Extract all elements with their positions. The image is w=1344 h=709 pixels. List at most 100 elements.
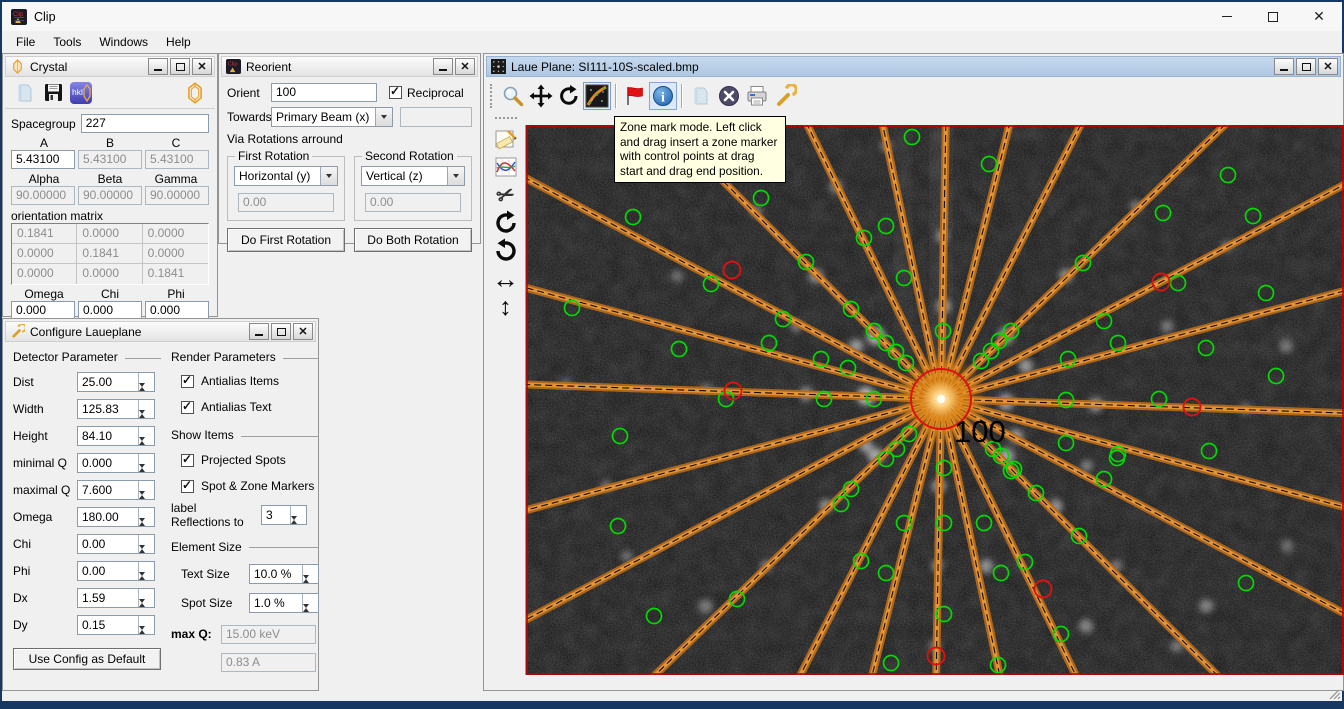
configure-titlebar[interactable]: Configure Laueplane ✕ [5, 321, 316, 342]
beta-input[interactable]: 90.00000 [78, 186, 142, 205]
reorient-minimize-button[interactable] [433, 58, 453, 75]
towards-dropdown[interactable]: Primary Beam (x) [271, 107, 393, 127]
crystal-close-button[interactable]: ✕ [192, 58, 212, 75]
detector-field-spinbox[interactable]: 0.00 [77, 561, 155, 581]
menubar: File Tools Windows Help [2, 31, 1342, 54]
reciprocal-checkbox[interactable] [389, 86, 402, 99]
first-rotation-angle[interactable]: 0.00 [238, 193, 334, 212]
laue-minimize-button[interactable] [1274, 58, 1294, 75]
spin-down-icon[interactable] [291, 520, 306, 534]
detector-field-spinbox[interactable]: 84.10 [77, 426, 155, 446]
reorient-icon: Clip [226, 59, 241, 74]
second-rotation-axis-dropdown[interactable]: Vertical (z) [361, 166, 465, 186]
detector-field-spinbox[interactable]: 0.15 [77, 615, 155, 635]
pan-tool-button[interactable] [527, 82, 555, 110]
configure-title: Configure Laueplane [30, 325, 247, 339]
matrix-cell: 0.0000 [77, 224, 142, 244]
crystal-hkl-button[interactable]: hkl [67, 79, 95, 107]
crystal-maximize-button[interactable] [170, 58, 190, 75]
crop-button[interactable]: ✂ [492, 181, 520, 209]
menu-file[interactable]: File [7, 32, 44, 52]
projected-spots-checkbox[interactable] [181, 454, 194, 467]
render-parameter-column: Render Parameters Antialias Items Antial… [171, 350, 319, 672]
spot-zone-markers-checkbox[interactable] [181, 480, 194, 493]
spacegroup-input[interactable]: 227 [81, 114, 209, 133]
first-rotation-title: First Rotation [235, 149, 312, 163]
crystal-info-button[interactable] [181, 79, 209, 107]
print-button[interactable] [743, 82, 771, 110]
close-image-button[interactable] [715, 82, 743, 110]
configure-laueplane-window: Configure Laueplane ✕ Detector Parameter… [2, 318, 319, 691]
antialias-items-checkbox[interactable] [181, 375, 194, 388]
reorient-titlebar[interactable]: Clip Reorient ✕ [221, 56, 478, 77]
laue-titlebar[interactable]: Laue Plane: SI111-10S-scaled.bmp ✕ [486, 56, 1341, 77]
main-titlebar: Clip Clip ✕ [2, 2, 1342, 31]
detector-field-spinbox[interactable]: 180.00 [77, 507, 155, 527]
cell-a-input[interactable]: 5.43100 [11, 150, 75, 169]
alpha-input[interactable]: 90.00000 [11, 186, 75, 205]
rotate-tool-button[interactable] [555, 82, 583, 110]
antialias-text-checkbox[interactable] [181, 401, 194, 414]
open-image-button[interactable] [687, 82, 715, 110]
crystal-save-button[interactable] [39, 79, 67, 107]
use-config-default-button[interactable]: Use Config as Default [13, 648, 161, 670]
main-minimize-button[interactable] [1204, 2, 1250, 31]
menu-tools[interactable]: Tools [44, 32, 90, 52]
cell-c-input[interactable]: 5.43100 [145, 150, 209, 169]
crystal-minimize-button[interactable] [148, 58, 168, 75]
gamma-input[interactable]: 90.00000 [145, 186, 209, 205]
do-first-rotation-button[interactable]: Do First Rotation [227, 228, 345, 252]
text-size-spinbox[interactable]: 10.0 % [249, 564, 319, 584]
plot-button[interactable] [492, 153, 520, 181]
configure-maximize-button[interactable] [271, 323, 291, 340]
configure-close-button[interactable]: ✕ [293, 323, 313, 340]
spin-down-icon[interactable] [303, 579, 318, 593]
configure-minimize-button[interactable] [249, 323, 269, 340]
menu-help[interactable]: Help [157, 32, 200, 52]
detector-field-row: Dy0.15 [13, 615, 161, 635]
laue-side-toolbar: ✂ ↔ ↕ [487, 115, 524, 688]
rotate-cw-button[interactable] [492, 209, 520, 237]
do-both-rotation-button[interactable]: Do Both Rotation [354, 228, 472, 252]
detector-field-spinbox[interactable]: 7.600 [77, 480, 155, 500]
detector-field-spinbox[interactable]: 125.83 [77, 399, 155, 419]
second-rotation-angle[interactable]: 0.00 [365, 193, 461, 212]
first-rotation-axis-dropdown[interactable]: Horizontal (y) [234, 166, 338, 186]
main-close-button[interactable]: ✕ [1296, 2, 1342, 31]
laue-maximize-button[interactable] [1296, 58, 1316, 75]
crystal-load-button[interactable] [11, 79, 39, 107]
detector-field-spinbox[interactable]: 1.59 [77, 588, 155, 608]
laue-close-button[interactable]: ✕ [1318, 58, 1338, 75]
menu-windows[interactable]: Windows [90, 32, 157, 52]
text-size-label: Text Size [181, 567, 243, 581]
spot-size-spinbox[interactable]: 1.0 % [249, 593, 319, 613]
flip-vertical-button[interactable]: ↕ [492, 293, 520, 321]
main-maximize-button[interactable] [1250, 2, 1296, 31]
detector-field-value: 25.00 [78, 373, 138, 391]
detector-field-spinbox[interactable]: 25.00 [77, 372, 155, 392]
cell-b-input[interactable]: 5.43100 [78, 150, 142, 169]
crystal-window: Crystal ✕ [2, 53, 218, 317]
spin-down-icon[interactable] [303, 608, 318, 622]
rotate-ccw-button[interactable] [492, 237, 520, 265]
info-tool-button[interactable]: i [649, 82, 677, 110]
label-reflections-spinbox[interactable]: 3 [261, 505, 307, 525]
spin-down-icon[interactable] [139, 630, 154, 644]
laue-image-canvas[interactable]: 100 [525, 125, 1343, 675]
toolbar-grip[interactable] [490, 84, 494, 108]
reorient-close-button[interactable]: ✕ [455, 58, 475, 75]
toolbar-grip[interactable] [495, 117, 517, 121]
flip-horizontal-button[interactable]: ↔ [492, 265, 520, 293]
max-q-kev-field: 15.00 keV [221, 625, 316, 644]
zoom-tool-button[interactable] [499, 82, 527, 110]
flag-tool-button[interactable] [621, 82, 649, 110]
orient-input[interactable]: 100 [271, 83, 377, 102]
crystal-titlebar[interactable]: Crystal ✕ [5, 56, 215, 77]
rotate-ccw-icon [493, 238, 519, 264]
configure-plane-button[interactable] [771, 82, 799, 110]
detector-field-spinbox[interactable]: 0.000 [77, 453, 155, 473]
second-rotation-title: Second Rotation [362, 149, 457, 163]
image-transform-button[interactable] [492, 125, 520, 153]
detector-field-spinbox[interactable]: 0.00 [77, 534, 155, 554]
zone-mark-tool-button[interactable] [583, 82, 611, 110]
